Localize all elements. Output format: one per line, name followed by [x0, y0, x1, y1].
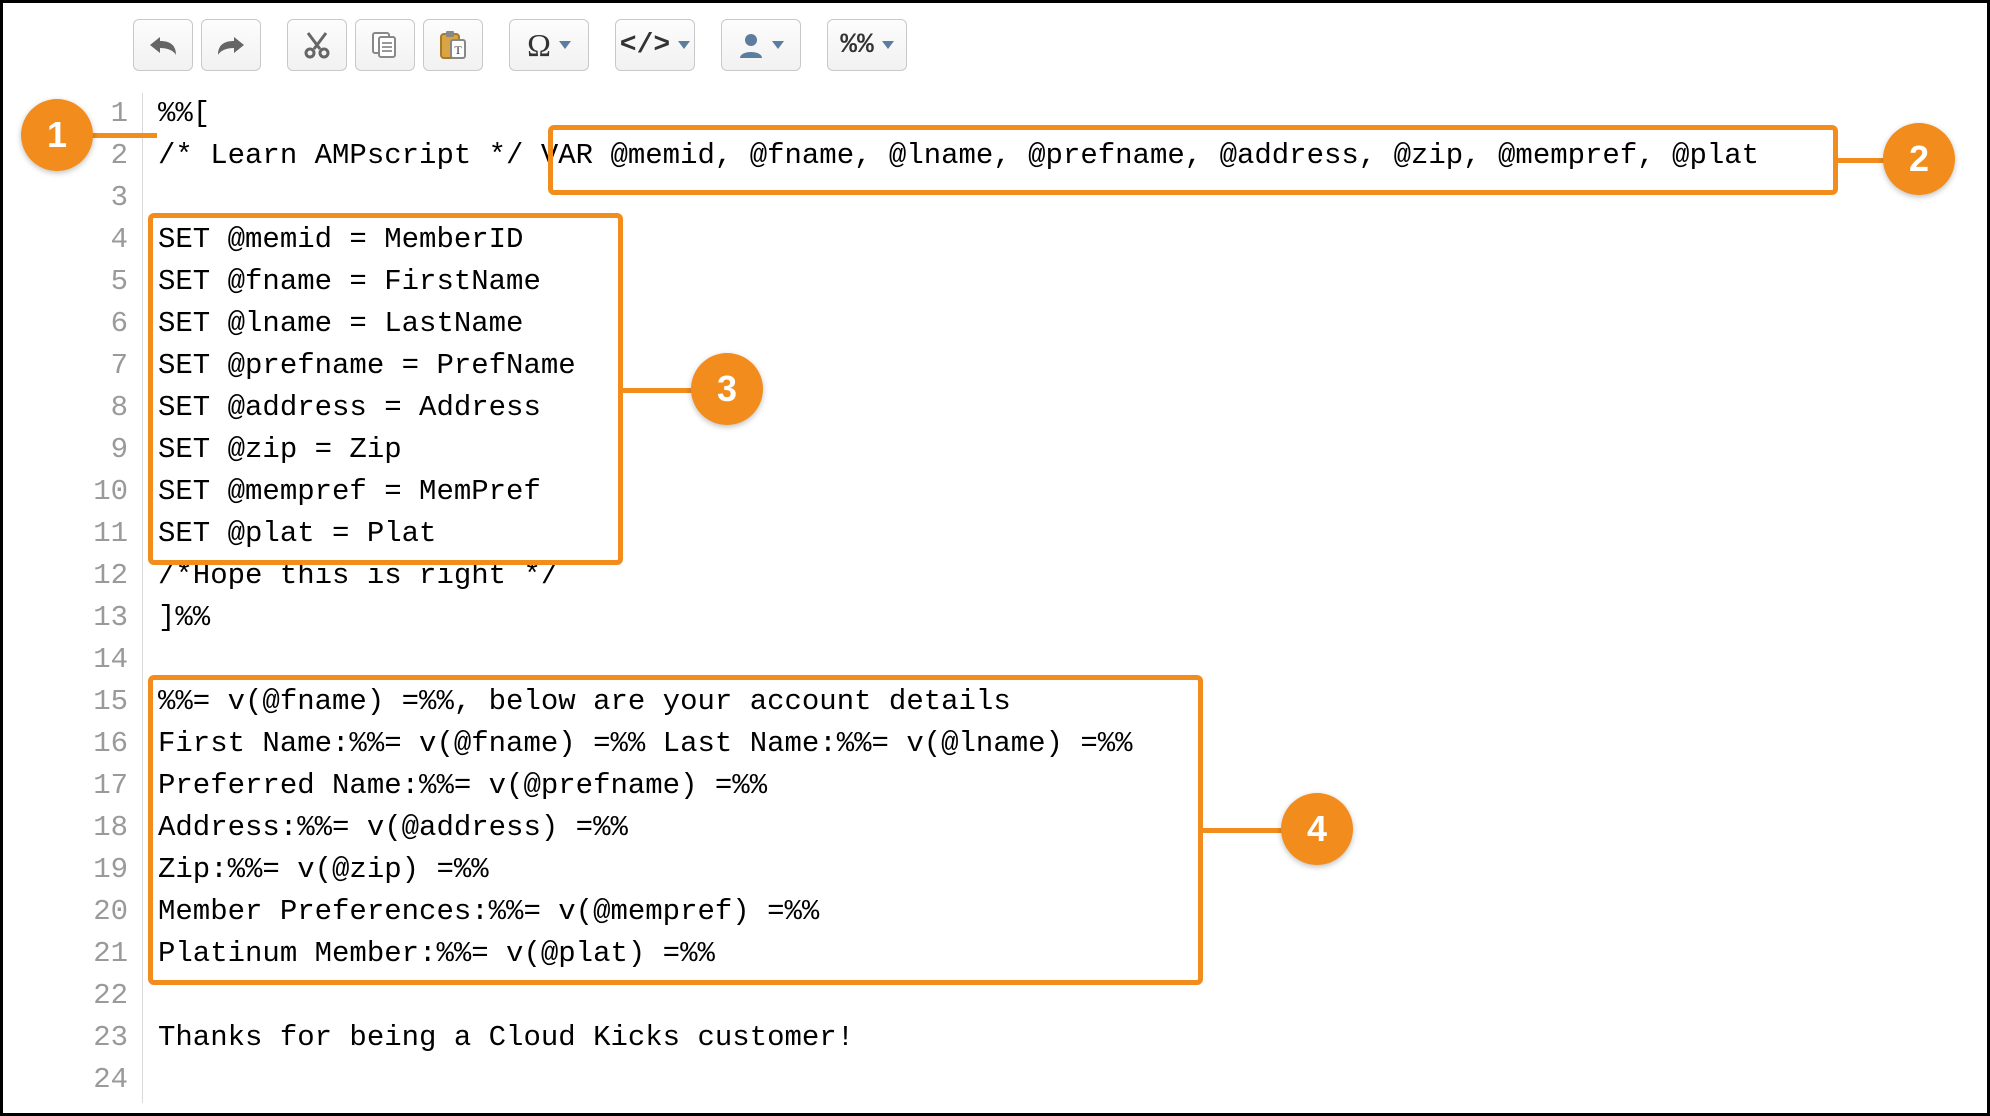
- line-number: 14: [63, 639, 128, 681]
- line-number: 15: [63, 681, 128, 723]
- user-icon: [738, 32, 764, 58]
- cut-button[interactable]: [287, 19, 347, 71]
- code-line[interactable]: /* Learn AMPscript */ VAR @memid, @fname…: [158, 135, 1977, 177]
- code-line[interactable]: SET @plat = Plat: [158, 513, 1977, 555]
- omega-icon: Ω: [527, 27, 551, 64]
- line-number: 20: [63, 891, 128, 933]
- line-number: 3: [63, 177, 128, 219]
- code-line[interactable]: SET @address = Address: [158, 387, 1977, 429]
- code-line[interactable]: Address:%%= v(@address) =%%: [158, 807, 1977, 849]
- code-line[interactable]: /*Hope this is right */: [158, 555, 1977, 597]
- code-line[interactable]: ]%%: [158, 597, 1977, 639]
- connector-1: [85, 133, 157, 138]
- redo-icon: [216, 33, 246, 57]
- line-number: 16: [63, 723, 128, 765]
- line-number: 23: [63, 1017, 128, 1059]
- connector-4: [1203, 828, 1283, 833]
- line-number: 8: [63, 387, 128, 429]
- line-number: 11: [63, 513, 128, 555]
- code-line[interactable]: [158, 177, 1977, 219]
- line-number: 19: [63, 849, 128, 891]
- code-line[interactable]: SET @memid = MemberID: [158, 219, 1977, 261]
- code-line[interactable]: Platinum Member:%%= v(@plat) =%%: [158, 933, 1977, 975]
- redo-button[interactable]: [201, 19, 261, 71]
- code-line[interactable]: SET @prefname = PrefName: [158, 345, 1977, 387]
- svg-text:T: T: [454, 43, 462, 57]
- line-number: 13: [63, 597, 128, 639]
- code-line[interactable]: [158, 639, 1977, 681]
- code-line[interactable]: SET @lname = LastName: [158, 303, 1977, 345]
- code-content[interactable]: %%[/* Learn AMPscript */ VAR @memid, @fn…: [158, 93, 1977, 1101]
- undo-icon: [148, 33, 178, 57]
- code-line[interactable]: [158, 1059, 1977, 1101]
- paste-text-button[interactable]: T: [423, 19, 483, 71]
- line-number: 10: [63, 471, 128, 513]
- source-button[interactable]: </>: [615, 19, 695, 71]
- percent-icon: %%: [840, 30, 874, 61]
- code-line[interactable]: Thanks for being a Cloud Kicks customer!: [158, 1017, 1977, 1059]
- code-line[interactable]: Zip:%%= v(@zip) =%%: [158, 849, 1977, 891]
- code-line[interactable]: SET @fname = FirstName: [158, 261, 1977, 303]
- undo-button[interactable]: [133, 19, 193, 71]
- source-icon: </>: [620, 30, 670, 61]
- chevron-down-icon: [772, 41, 784, 49]
- code-line[interactable]: %%[: [158, 93, 1977, 135]
- copy-icon: [371, 31, 399, 59]
- connector-2: [1838, 158, 1888, 163]
- line-number: 9: [63, 429, 128, 471]
- chevron-down-icon: [559, 41, 571, 49]
- line-number: 24: [63, 1059, 128, 1101]
- special-char-button[interactable]: Ω: [509, 19, 589, 71]
- line-number: 17: [63, 765, 128, 807]
- chevron-down-icon: [678, 41, 690, 49]
- cut-icon: [304, 31, 330, 59]
- line-number: 7: [63, 345, 128, 387]
- code-line[interactable]: Member Preferences:%%= v(@mempref) =%%: [158, 891, 1977, 933]
- app-frame: T Ω </> %% 12345678910111213141516171819…: [0, 0, 1990, 1116]
- ampscript-button[interactable]: %%: [827, 19, 907, 71]
- personalization-button[interactable]: [721, 19, 801, 71]
- callout-3: 3: [691, 353, 763, 425]
- chevron-down-icon: [882, 41, 894, 49]
- code-line[interactable]: %%= v(@fname) =%%, below are your accoun…: [158, 681, 1977, 723]
- callout-1: 1: [21, 99, 93, 171]
- line-number-gutter: 123456789101112131415161718192021222324: [63, 93, 143, 1103]
- line-number: 22: [63, 975, 128, 1017]
- callout-4: 4: [1281, 793, 1353, 865]
- line-number: 4: [63, 219, 128, 261]
- code-line[interactable]: SET @mempref = MemPref: [158, 471, 1977, 513]
- connector-3: [623, 388, 693, 393]
- line-number: 12: [63, 555, 128, 597]
- code-editor[interactable]: 123456789101112131415161718192021222324 …: [63, 93, 1977, 1103]
- line-number: 5: [63, 261, 128, 303]
- copy-button[interactable]: [355, 19, 415, 71]
- code-line[interactable]: [158, 975, 1977, 1017]
- paste-text-icon: T: [438, 30, 468, 60]
- line-number: 18: [63, 807, 128, 849]
- callout-2: 2: [1883, 123, 1955, 195]
- code-line[interactable]: SET @zip = Zip: [158, 429, 1977, 471]
- code-line[interactable]: Preferred Name:%%= v(@prefname) =%%: [158, 765, 1977, 807]
- toolbar: T Ω </> %%: [133, 19, 907, 71]
- line-number: 21: [63, 933, 128, 975]
- line-number: 6: [63, 303, 128, 345]
- code-line[interactable]: First Name:%%= v(@fname) =%% Last Name:%…: [158, 723, 1977, 765]
